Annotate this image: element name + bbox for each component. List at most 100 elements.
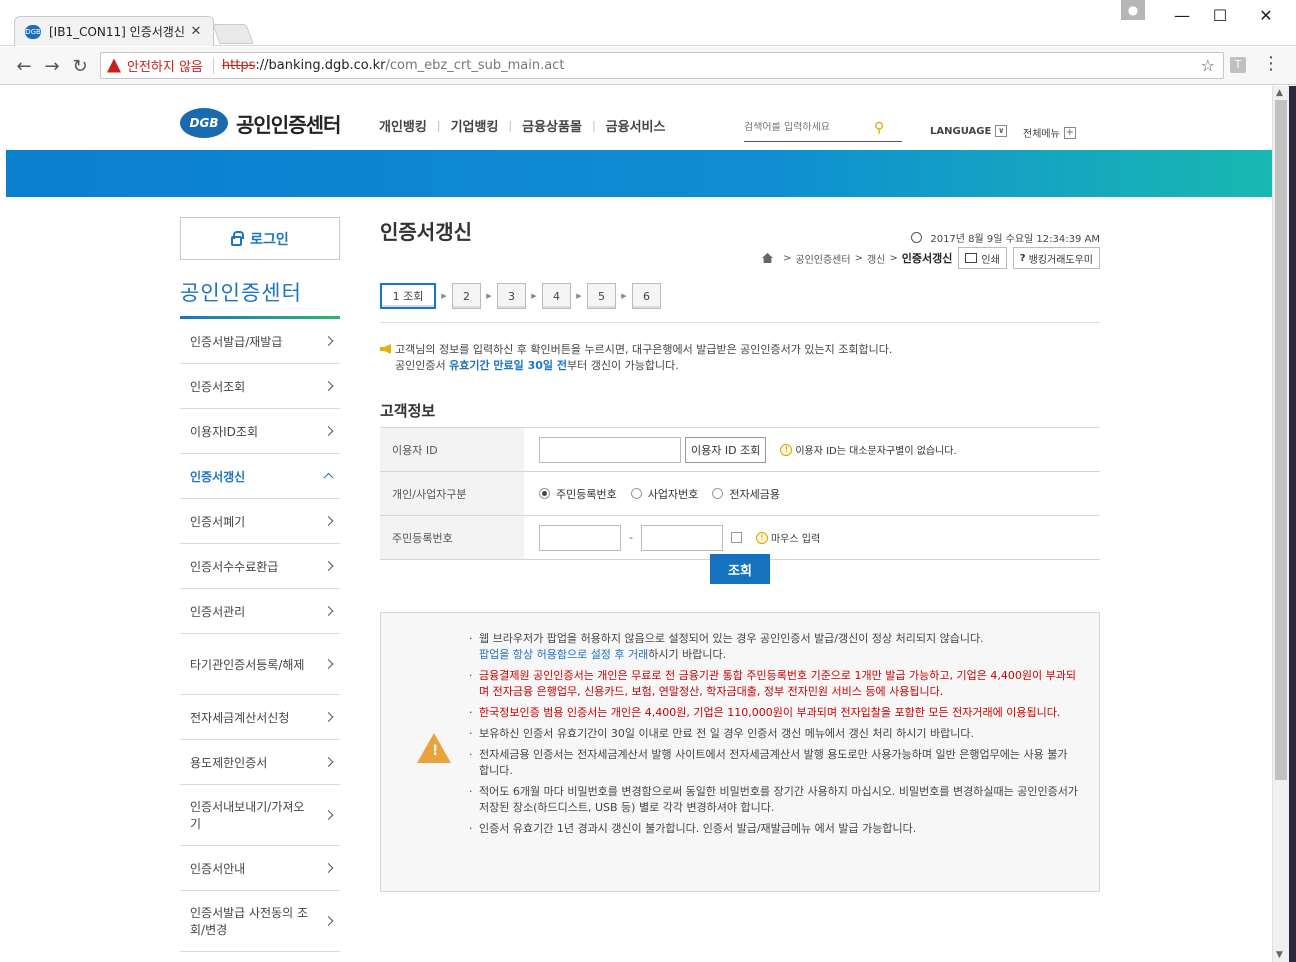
back-button[interactable]: ←: [12, 54, 36, 78]
scroll-down-icon[interactable]: ▼: [1276, 950, 1283, 960]
maximize-button[interactable]: ☐: [1197, 0, 1243, 30]
radio-button[interactable]: [630, 488, 642, 499]
sidebar-item-e-tax[interactable]: 전자세금계산서신청: [180, 695, 340, 740]
popup-setting-link[interactable]: 팝업을 항상 허용함으로 설정 후 거래: [479, 648, 648, 661]
browser-toolbar: ← → ↻ 안전하지 않음 https ://banking.dgb.co.kr…: [0, 47, 1296, 85]
user-id-input[interactable]: [539, 436, 681, 463]
reload-button[interactable]: ↻: [68, 54, 92, 78]
step-arrow-icon: ▶: [486, 292, 492, 300]
guide-item-1-suffix: 하시기 바랍니다.: [648, 648, 727, 661]
gnb-product-mall[interactable]: 금융상품몰: [522, 116, 582, 135]
radio-e-tax[interactable]: 전자세금용: [712, 486, 780, 502]
logo-text: 공인인증센터: [236, 112, 341, 137]
mouse-input-checkbox[interactable]: [730, 532, 742, 543]
rrn-first-input[interactable]: [539, 524, 621, 551]
sidebar-item-label: 타기관인증서등록/해제: [190, 657, 305, 672]
sidebar-item-label: 인증서조회: [190, 379, 246, 394]
breadcrumb-arrow: >: [854, 252, 863, 264]
page-viewport: DGB 공인인증센터 개인뱅킹 | 기업뱅킹 | 금융상품몰 | 금융서비스 ⚲…: [6, 86, 1272, 962]
chevron-up-icon: [323, 472, 334, 483]
sidebar-item-export-import[interactable]: 인증서내보내기/가져오기: [180, 785, 340, 846]
divider: [380, 322, 1100, 323]
chevron-right-icon: [323, 712, 334, 722]
address-bar[interactable]: 안전하지 않음 https ://banking.dgb.co.kr /com_…: [100, 52, 1224, 79]
sidebar-item-cert-renew[interactable]: 인증서갱신: [180, 454, 340, 499]
rrn-label: 주민등록번호: [380, 516, 524, 559]
sidebar-menu: 인증서발급/재발급 인증서조회 이용자ID조회 인증서갱신 인증서폐기 인증서수…: [180, 319, 340, 952]
url-scheme: https: [221, 58, 256, 73]
breadcrumb-item[interactable]: 갱신: [867, 251, 885, 266]
sidebar-item-consent[interactable]: 인증서발급 사전동의 조회/변경: [180, 891, 340, 952]
sidebar-item-label: 용도제한인증서: [190, 755, 268, 770]
radio-button-checked[interactable]: [539, 488, 550, 499]
sidebar-item-fee-refund[interactable]: 인증서수수료환급: [180, 544, 340, 589]
browser-menu-icon[interactable]: ⋮: [1262, 53, 1280, 74]
print-button[interactable]: 인쇄: [958, 247, 1007, 269]
notice-line-2-suffix: 부터 갱신이 가능합니다.: [567, 359, 679, 372]
title-bar: DGB [IB1_CON11] 인증서갱신 ✕ ● — ☐ ✕: [0, 0, 1296, 46]
login-button[interactable]: 로그인: [180, 217, 340, 260]
sidebar-item-userid-lookup[interactable]: 이용자ID조회: [180, 409, 340, 454]
lookup-submit-button[interactable]: 조회: [710, 554, 770, 584]
sidebar-item-cert-manage[interactable]: 인증서관리: [180, 589, 340, 634]
sidebar-item-cert-guide[interactable]: 인증서안내: [180, 846, 340, 891]
info-icon: !: [780, 443, 793, 456]
warning-icon: [107, 58, 121, 73]
current-datetime: 2017년 8월 9일 수요일 12:34:39 AM: [911, 230, 1100, 245]
sidebar-item-cert-issue[interactable]: 인증서발급/재발급: [180, 319, 340, 364]
browser-tab[interactable]: DGB [IB1_CON11] 인증서갱신 ✕: [14, 16, 214, 46]
home-icon[interactable]: [761, 253, 773, 263]
gnb-separator: |: [591, 119, 596, 132]
site-search-input[interactable]: [744, 122, 874, 133]
sidebar-item-label: 인증서폐기: [190, 514, 246, 529]
radio-button[interactable]: [712, 488, 724, 499]
user-id-lookup-button[interactable]: 이용자 ID 조회: [685, 436, 767, 463]
tab-title: [IB1_CON11] 인증서갱신: [49, 25, 185, 39]
site-header: DGB 공인인증센터 개인뱅킹 | 기업뱅킹 | 금융상품몰 | 금융서비스 ⚲…: [6, 86, 1272, 150]
background-window-edge: [1289, 86, 1296, 962]
guide-item: 보유하신 인증서 유효기간이 30일 이내로 만료 전 일 경우 인증서 갱신 …: [469, 726, 1079, 742]
forward-button[interactable]: →: [40, 54, 64, 78]
all-menu-button[interactable]: 전체메뉴 +: [1023, 125, 1076, 140]
sidebar-title: 공인인증센터: [180, 275, 340, 319]
step-5: 5: [587, 283, 616, 309]
radio-rrn[interactable]: 주민등록번호: [539, 486, 617, 502]
sidebar-item-other-cert[interactable]: 타기관인증서등록/해제: [180, 634, 340, 695]
language-selector[interactable]: LANGUAGE ∨: [930, 125, 1008, 137]
lock-icon: [231, 230, 245, 246]
gnb-financial-services[interactable]: 금융서비스: [606, 116, 666, 135]
gnb-corporate-banking[interactable]: 기업뱅킹: [451, 116, 499, 135]
vertical-scrollbar[interactable]: ▲ ▼: [1272, 86, 1289, 962]
user-profile-icon[interactable]: ●: [1121, 0, 1145, 20]
scroll-up-icon[interactable]: ▲: [1276, 88, 1283, 98]
sidebar-item-cert-lookup[interactable]: 인증서조회: [180, 364, 340, 409]
rrn-second-input[interactable]: [640, 524, 723, 551]
radio-label: 주민등록번호: [556, 487, 617, 501]
guide-item: 적어도 6개월 마다 비밀번호를 변경함으로써 동일한 비밀번호를 장기간 사용…: [469, 784, 1079, 816]
gnb-personal-banking[interactable]: 개인뱅킹: [379, 116, 427, 135]
plus-icon: +: [1063, 126, 1076, 139]
breadcrumb-item[interactable]: 공인인증센터: [795, 251, 850, 266]
banking-help-button[interactable]: ? 뱅킹거래도우미: [1012, 247, 1100, 269]
chevron-down-icon: ∨: [995, 125, 1008, 137]
browser-window: DGB [IB1_CON11] 인증서갱신 ✕ ● — ☐ ✕ ← → ↻ 안전…: [0, 0, 1296, 962]
omnibox-divider: [212, 57, 214, 74]
step-indicator: 1 조회 ▶ 2 ▶ 3 ▶ 4 ▶ 5 ▶ 6: [380, 283, 661, 309]
new-tab-button[interactable]: [212, 24, 254, 44]
sidebar-item-limited-cert[interactable]: 용도제한인증서: [180, 740, 340, 785]
search-icon[interactable]: ⚲: [874, 121, 888, 135]
sidebar-item-label: 인증서수수료환급: [190, 559, 279, 574]
scrollbar-thumb[interactable]: [1275, 100, 1287, 780]
sidebar-item-cert-revoke[interactable]: 인증서폐기: [180, 499, 340, 544]
tab-close-icon[interactable]: ✕: [189, 24, 203, 39]
rrn-dash: -: [629, 531, 633, 544]
extension-icon[interactable]: T: [1230, 57, 1246, 73]
site-logo[interactable]: DGB 공인인증센터: [180, 108, 341, 138]
radio-business-no[interactable]: 사업자번호: [630, 486, 698, 502]
url-path: /com_ebz_crt_sub_main.act: [385, 58, 565, 73]
dgb-favicon-icon: DGB: [25, 24, 41, 39]
close-window-button[interactable]: ✕: [1243, 0, 1289, 30]
bookmark-star-icon[interactable]: ☆: [1201, 56, 1215, 75]
print-label: 인쇄: [981, 254, 1000, 266]
sidebar: 로그인 공인인증센터 인증서발급/재발급 인증서조회 이용자ID조회 인증서갱신…: [180, 217, 340, 952]
